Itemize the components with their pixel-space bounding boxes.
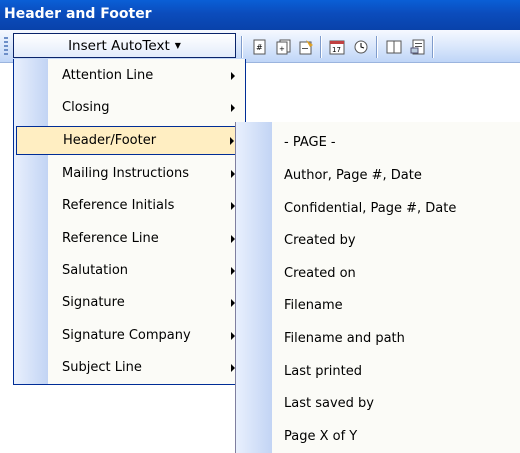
show-hide-document-text-icon[interactable] [408,37,428,57]
menu-item-label: Created by [284,233,356,248]
submenu-arrow-icon [230,137,234,145]
menu-item-label: Reference Initials [62,198,175,213]
menu-item-header-footer[interactable]: Header/Footer [16,126,243,155]
submenu-item-page-x-of-y[interactable]: Page X of Y [238,422,518,451]
toolbar-title: Header and Footer [4,6,152,22]
submenu-item-page[interactable]: - PAGE - [238,128,518,157]
menu-item-label: Reference Line [62,231,159,246]
menu-item-closing[interactable]: Closing [16,93,243,122]
insert-autotext-button[interactable]: Insert AutoText ▼ [13,33,236,58]
submenu-item-confidential-page-date[interactable]: Confidential, Page #, Date [238,194,518,223]
menu-item-label: Filename and path [284,331,405,346]
menu-item-label: Closing [62,100,110,115]
submenu-item-last-printed[interactable]: Last printed [238,357,518,386]
menu-item-label: Signature [62,295,125,310]
menu-item-label: Last printed [284,364,363,379]
menu-item-label: - PAGE - [284,135,336,150]
dropdown-arrow-icon: ▼ [174,41,181,50]
menu-item-label: Page X of Y [284,429,358,444]
toolbar-separator [241,36,242,58]
menu-item-mailing-instructions[interactable]: Mailing Instructions [16,159,243,188]
menu-item-label: Last saved by [284,396,374,411]
toolbar-separator [320,36,321,58]
menu-item-reference-initials[interactable]: Reference Initials [16,191,243,220]
menu-item-label: Confidential, Page #, Date [284,201,457,216]
menu-item-reference-line[interactable]: Reference Line [16,224,243,253]
menu-item-subject-line[interactable]: Subject Line [16,353,243,382]
menu-item-label: Created on [284,266,356,281]
menu-item-label: Signature Company [62,328,191,343]
menu-item-label: Mailing Instructions [62,166,189,181]
submenu-item-filename-and-path[interactable]: Filename and path [238,324,518,353]
menu-item-label: Salutation [62,263,129,278]
menu-item-label: Attention Line [62,68,154,83]
menu-item-label: Subject Line [62,360,142,375]
insert-number-of-pages-icon[interactable]: + [274,37,294,57]
toolbar-separator [432,36,433,58]
autotext-dropdown-menu: Attention Line Closing Header/Footer Mai… [13,59,246,385]
toolbar-separator [376,36,377,58]
submenu-item-created-by[interactable]: Created by [238,226,518,255]
menu-item-signature-company[interactable]: Signature Company [16,321,243,350]
svg-text:+: + [279,45,285,53]
svg-text:17: 17 [332,46,341,54]
insert-page-number-icon[interactable]: # [250,37,270,57]
toolbar-grip-handle[interactable] [4,37,8,57]
insert-date-icon[interactable]: 17 [327,37,347,57]
submenu-arrow-icon [231,104,235,112]
menu-item-label: Filename [284,298,343,313]
submenu-item-filename[interactable]: Filename [238,291,518,320]
insert-time-icon[interactable] [351,37,371,57]
menu-item-signature[interactable]: Signature [16,288,243,317]
submenu-arrow-icon [231,72,235,80]
submenu-item-author-page-date[interactable]: Author, Page #, Date [238,161,518,190]
menu-item-salutation[interactable]: Salutation [16,256,243,285]
menu-item-label: Header/Footer [63,133,157,148]
header-footer-submenu: - PAGE - Author, Page #, Date Confidenti… [235,122,520,453]
menu-item-attention-line[interactable]: Attention Line [16,61,243,90]
format-page-number-icon[interactable] [296,37,316,57]
insert-autotext-label: Insert AutoText [68,38,170,54]
submenu-item-created-on[interactable]: Created on [238,259,518,288]
submenu-item-last-saved-by[interactable]: Last saved by [238,389,518,418]
page-setup-icon[interactable] [384,37,404,57]
menu-item-label: Author, Page #, Date [284,168,422,183]
svg-text:#: # [256,43,263,52]
toolbar-title-bar[interactable]: Header and Footer [0,0,520,30]
